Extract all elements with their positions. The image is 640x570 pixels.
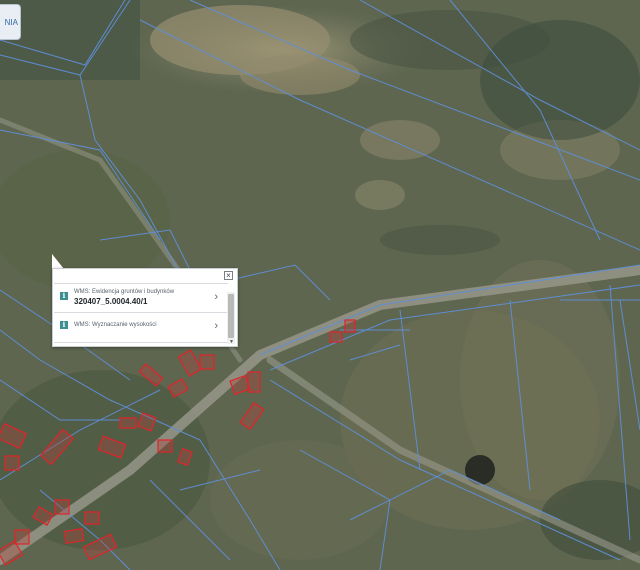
popup-result-item[interactable]: i WMS: Ewidencja gruntów i budynków 3204…	[54, 283, 228, 313]
chevron-right-icon[interactable]: ›	[214, 320, 218, 332]
chevron-right-icon[interactable]: ›	[214, 291, 218, 303]
result-layer-title: WMS: Ewidencja gruntów i budynków	[74, 289, 175, 295]
map-side-tab-label: NIA	[4, 18, 18, 27]
result-layer-title: WMS: Wyznaczanie wysokości	[74, 322, 157, 328]
info-icon: i	[60, 321, 68, 329]
popup-pointer	[52, 254, 64, 269]
popup-result-item[interactable]: i WMS: Wyznaczanie wysokości ›	[54, 313, 228, 343]
scroll-down-icon[interactable]: ▼	[229, 339, 234, 345]
map-side-tab[interactable]: NIA	[0, 4, 21, 40]
info-icon: i	[60, 292, 68, 300]
popup-scrollbar-thumb[interactable]	[228, 294, 234, 338]
result-parcel-id: 320407_5.0004.40/1	[74, 297, 148, 306]
identify-popup: × i WMS: Ewidencja gruntów i budynków 32…	[52, 268, 238, 347]
close-icon[interactable]: ×	[224, 271, 233, 280]
popup-result-list: i WMS: Ewidencja gruntów i budynków 3204…	[54, 283, 228, 345]
